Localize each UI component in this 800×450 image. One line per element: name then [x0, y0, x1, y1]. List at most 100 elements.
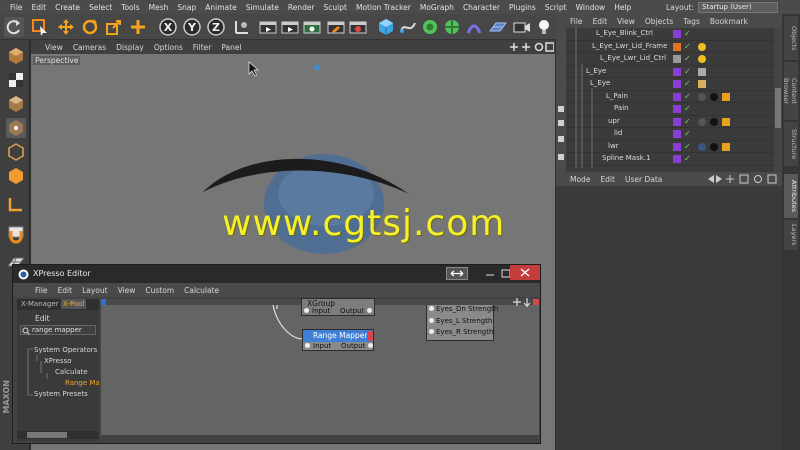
xpresso-search-input[interactable]: range mapper [20, 325, 96, 335]
xpresso-side-edit-menu[interactable]: Edit [35, 314, 50, 323]
lock-tag-icon[interactable] [722, 117, 730, 126]
coordinate-system-icon[interactable] [232, 17, 252, 37]
check-icon[interactable]: ✓ [684, 154, 691, 163]
eyes-r-strength-port[interactable]: Eyes_R Strength [429, 328, 493, 336]
xpresso-menu-view[interactable]: View [118, 286, 136, 295]
menu-select[interactable]: Select [89, 3, 112, 12]
check-icon[interactable]: ✓ [684, 129, 691, 138]
menu-motion-tracker[interactable]: Motion Tracker [356, 3, 411, 12]
constraint-tag-icon[interactable] [698, 55, 706, 63]
menu-script[interactable]: Script [545, 3, 567, 12]
rotate-icon[interactable] [80, 17, 100, 37]
eyes-dn-strength-port[interactable]: Eyes_Dn Strength [429, 305, 498, 313]
menu-mograph[interactable]: MoGraph [420, 3, 454, 12]
tree-item-xpresso[interactable]: XPresso [44, 357, 72, 365]
xpresso-tag-icon[interactable] [698, 67, 706, 76]
check-icon[interactable]: ✓ [684, 92, 691, 101]
check-icon[interactable]: ✓ [684, 54, 691, 63]
viewport-menu-view[interactable]: View [45, 43, 63, 52]
camera-icon[interactable] [512, 17, 532, 37]
scale-icon[interactable] [104, 17, 124, 37]
xpresso-menu-calculate[interactable]: Calculate [184, 286, 219, 295]
eyes-l-strength-port[interactable]: Eyes_L Strength [429, 317, 492, 325]
range-mapper-node[interactable]: Range Mapper Input Output [302, 329, 374, 351]
tab-attributes[interactable]: Attributes [784, 174, 798, 218]
check-icon[interactable]: ✓ [684, 29, 691, 38]
floor-icon[interactable] [488, 17, 508, 37]
check-icon[interactable]: ✓ [684, 42, 691, 51]
render-view-icon[interactable] [258, 17, 278, 37]
move-icon[interactable] [56, 17, 76, 37]
attribute-nav-icons[interactable] [706, 174, 780, 184]
axis-z-button[interactable]: Z [206, 17, 226, 37]
xgroup-input-port[interactable]: Input [304, 307, 330, 315]
tab-x-pool[interactable]: X-Pool [61, 299, 87, 309]
recent-tools-icon[interactable] [128, 17, 148, 37]
light-icon[interactable] [534, 17, 554, 37]
check-icon[interactable]: ✓ [684, 142, 691, 151]
objects-menu-edit[interactable]: Edit [593, 17, 608, 26]
material-tag-icon[interactable] [698, 117, 706, 126]
snap-icon[interactable] [6, 226, 26, 246]
tab-content-browser[interactable]: Content Browser [782, 62, 798, 120]
xpresso-menu-custom[interactable]: Custom [145, 286, 174, 295]
tab-objects[interactable]: Objects [784, 16, 798, 60]
xpresso-menu-layout[interactable]: Layout [82, 286, 108, 295]
viewport-menu-cameras[interactable]: Cameras [73, 43, 106, 52]
menu-edit[interactable]: Edit [32, 3, 47, 12]
model-mode-icon[interactable] [6, 94, 26, 114]
objects-menu-file[interactable]: File [570, 17, 583, 26]
check-icon[interactable]: ✓ [684, 117, 691, 126]
make-editable-icon[interactable] [6, 46, 26, 66]
objects-menu-objects[interactable]: Objects [645, 17, 673, 26]
tab-layers[interactable]: Layers [784, 220, 798, 250]
enable-axis-icon[interactable] [6, 194, 26, 214]
menu-create[interactable]: Create [55, 3, 80, 12]
menu-plugins[interactable]: Plugins [509, 3, 536, 12]
check-icon[interactable]: ✓ [684, 67, 691, 76]
range-mapper-input-port[interactable]: Input [305, 342, 331, 350]
material-tag-icon[interactable] [710, 142, 718, 151]
material-tag-icon[interactable] [710, 92, 718, 101]
object-scrollbar-thumb[interactable] [775, 88, 781, 128]
xpresso-menu-edit[interactable]: Edit [58, 286, 73, 295]
close-icon[interactable] [510, 265, 540, 280]
cube-icon[interactable] [376, 17, 396, 37]
material-tag-icon[interactable] [698, 92, 706, 101]
texture-mode-icon[interactable] [6, 70, 26, 90]
objects-menu-tags[interactable]: Tags [683, 17, 700, 26]
material-tag-icon[interactable] [698, 142, 706, 151]
xgroup-output-port[interactable]: Output [340, 307, 373, 315]
subdivision-surface-icon[interactable] [420, 17, 440, 37]
range-mapper-output-port[interactable]: Output [341, 342, 374, 350]
menu-render[interactable]: Render [288, 3, 315, 12]
eyes-strength-node[interactable]: Eyes_Dn Strength Eyes_L Strength Eyes_R … [426, 305, 498, 341]
objects-menu-bookmark[interactable]: Bookmark [710, 17, 748, 26]
tree-item-calculate[interactable]: Calculate [55, 368, 88, 376]
attributes-menu-user-data[interactable]: User Data [625, 175, 662, 184]
tab-structure[interactable]: Structure [784, 122, 798, 166]
object-scrollbar[interactable] [774, 28, 782, 172]
lock-tag-icon[interactable] [722, 92, 730, 101]
xpresso-menu-file[interactable]: File [35, 286, 48, 295]
points-mode-icon[interactable] [6, 118, 26, 138]
render-active-view-icon[interactable] [348, 17, 368, 37]
menu-sculpt[interactable]: Sculpt [324, 3, 347, 12]
axis-y-button[interactable]: Y [182, 17, 202, 37]
menu-simulate[interactable]: Simulate [246, 3, 279, 12]
attributes-menu-mode[interactable]: Mode [570, 175, 590, 184]
live-selection-icon[interactable] [30, 17, 50, 37]
menu-window[interactable]: Window [576, 3, 606, 12]
make-editable-icon[interactable] [326, 17, 346, 37]
viewport-menu-options[interactable]: Options [154, 43, 183, 52]
menu-animate[interactable]: Animate [205, 3, 236, 12]
menu-snap[interactable]: Snap [177, 3, 196, 12]
layout-dropdown[interactable]: Startup (User) [698, 1, 778, 13]
undo-icon[interactable] [4, 17, 24, 37]
objects-menu-view[interactable]: View [617, 17, 635, 26]
check-icon[interactable]: ✓ [684, 79, 691, 88]
menu-character[interactable]: Character [463, 3, 500, 12]
xpresso-side-scrollbar[interactable] [17, 431, 99, 439]
xpresso-titlebar[interactable]: XPresso Editor [13, 265, 540, 283]
polygons-mode-icon[interactable] [6, 166, 26, 186]
